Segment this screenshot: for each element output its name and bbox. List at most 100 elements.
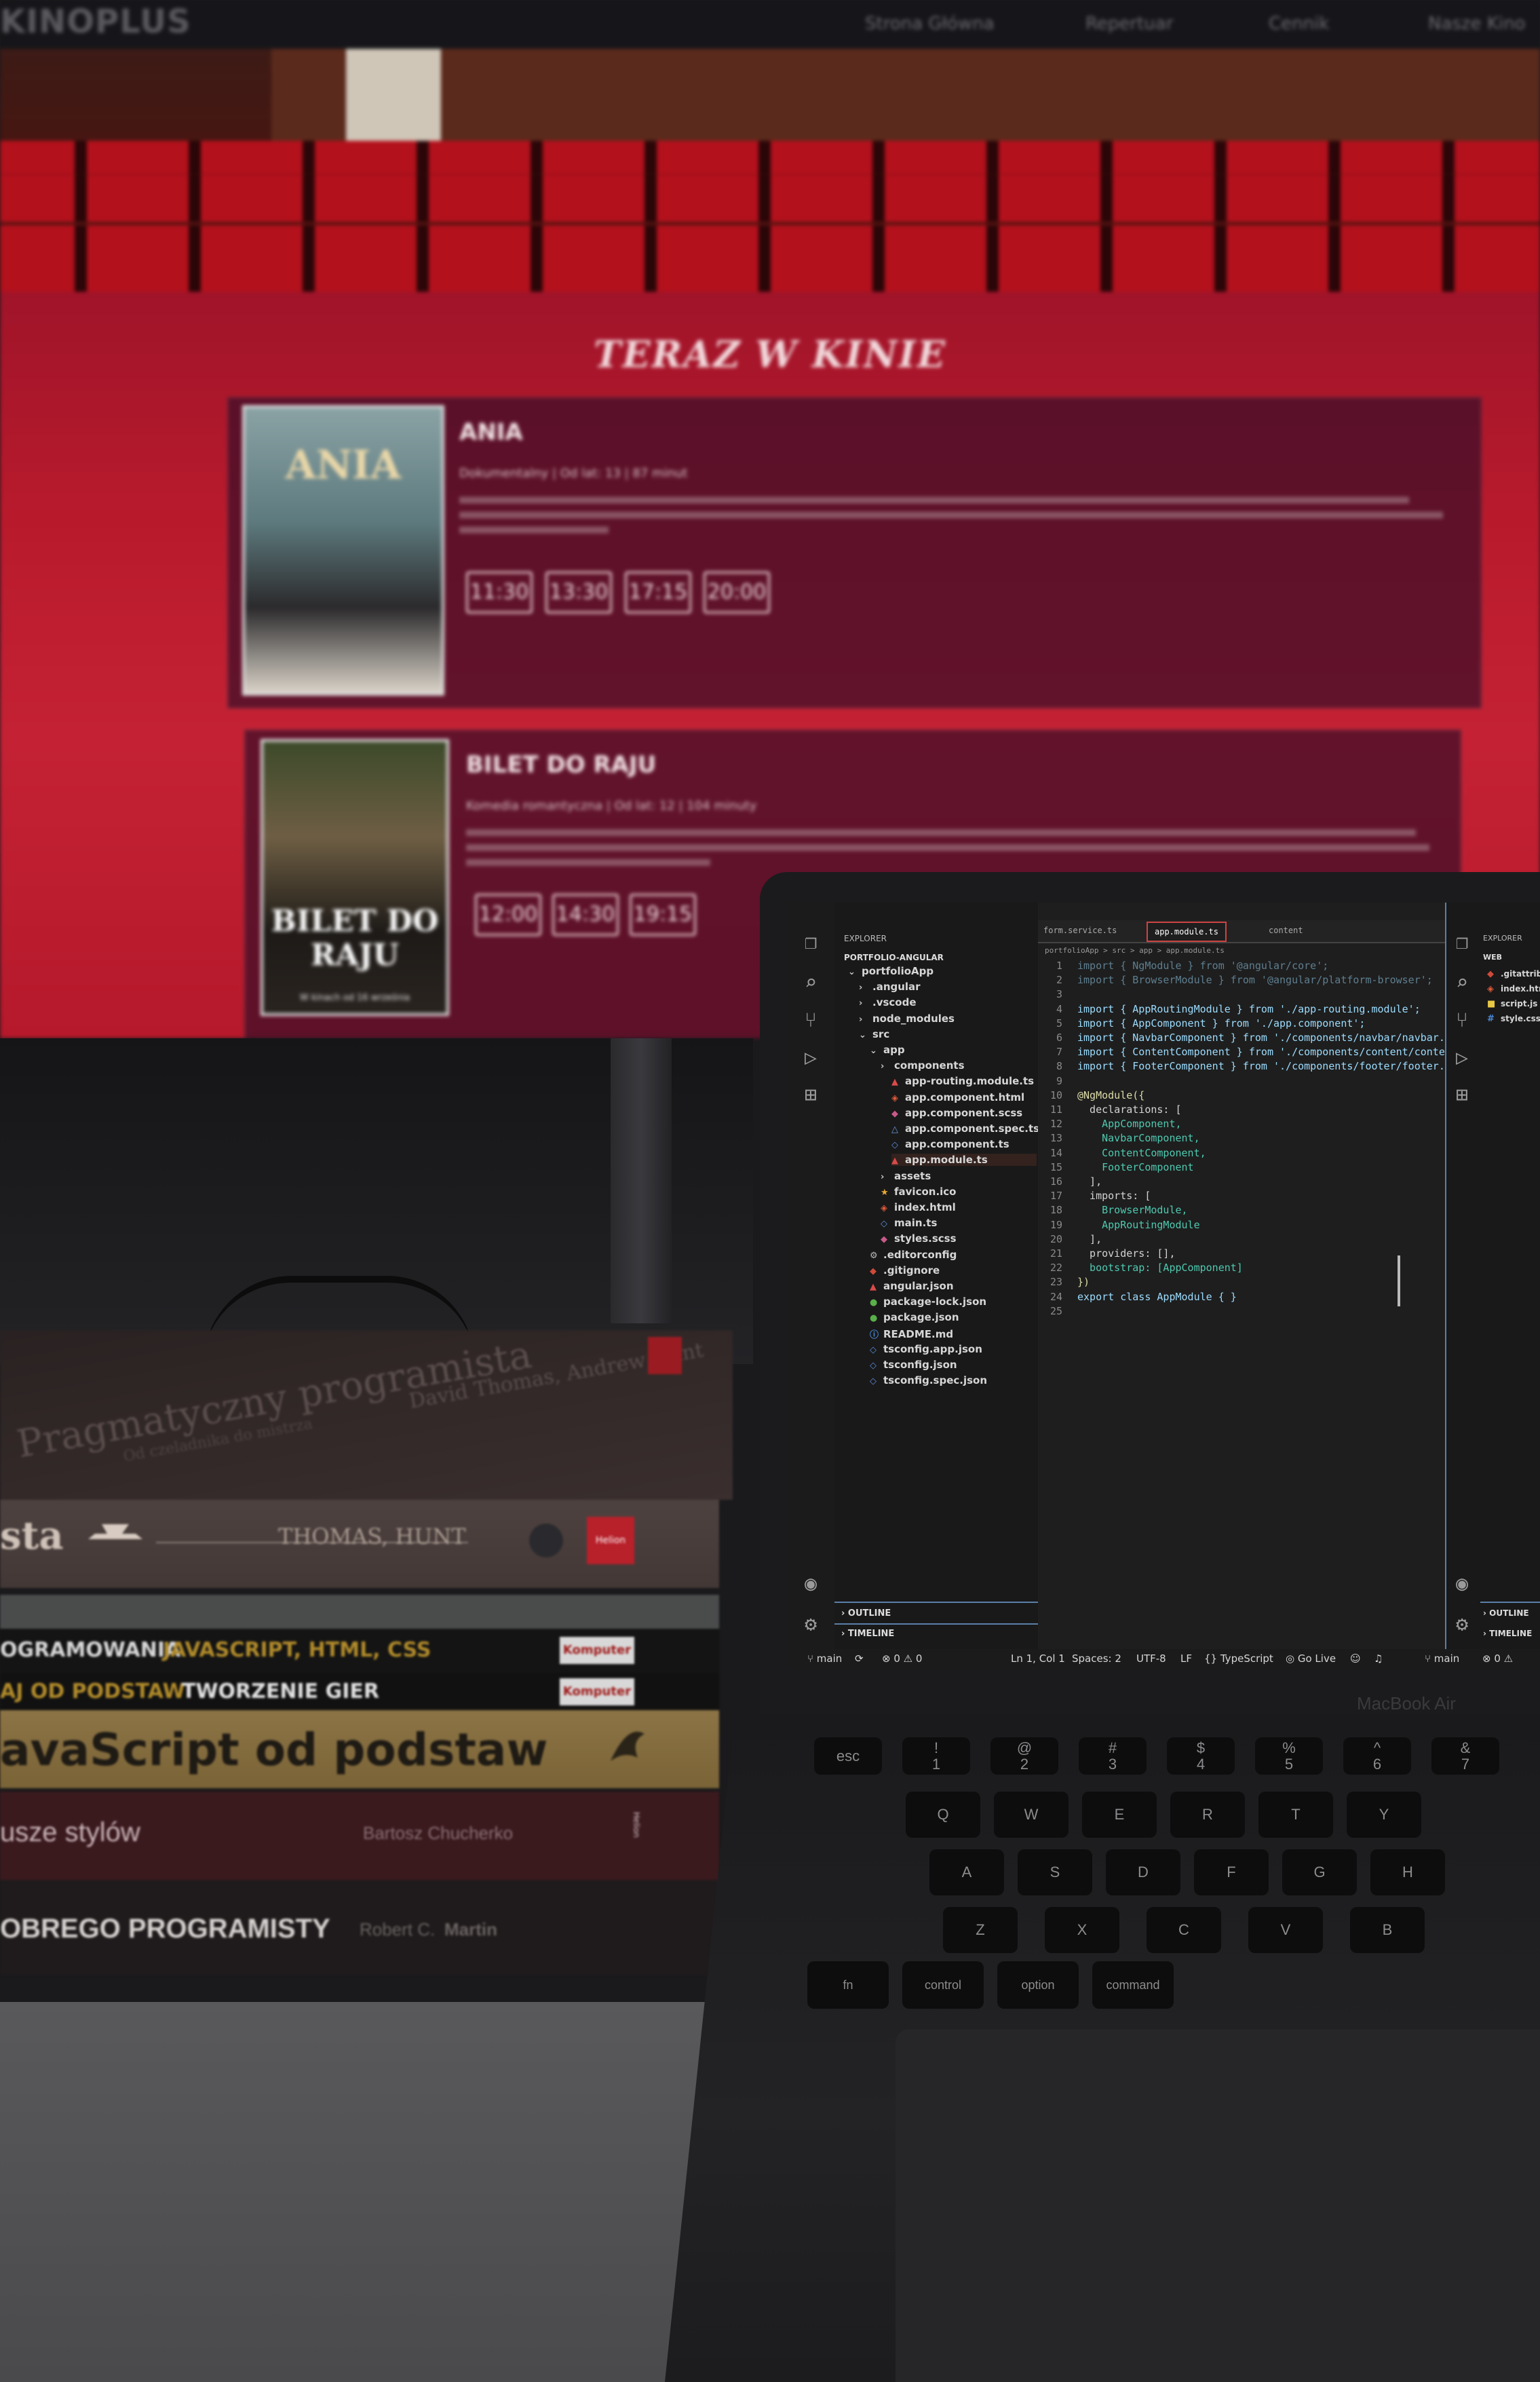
search-icon[interactable]: ⌕ [1449, 970, 1475, 996]
folder-name[interactable]: WEB [1483, 953, 1502, 962]
scrollbar-thumb[interactable] [1398, 1255, 1400, 1306]
file-tree-item[interactable]: ⌄ portfolioApp [848, 965, 933, 977]
file-tree-item[interactable]: ◆ .gitignore [870, 1264, 940, 1277]
problems-indicator[interactable]: ⊗ 0 ⚠ [1482, 1652, 1513, 1665]
key-s[interactable]: S [1018, 1849, 1092, 1895]
file-tree-item[interactable]: › .angular [859, 981, 921, 993]
file-tree-item[interactable]: ◆ styles.scss [881, 1232, 957, 1245]
file-item[interactable]: ◆ .gitattributes [1487, 969, 1540, 979]
key-z[interactable]: Z [943, 1907, 1018, 1953]
file-item[interactable]: ■ script.js [1487, 999, 1537, 1009]
key-$-4[interactable]: $ 4 [1167, 1737, 1235, 1775]
tab-form-service[interactable]: form.service.ts [1043, 926, 1117, 935]
file-tree-item[interactable]: ◇ tsconfig.spec.json [870, 1374, 987, 1386]
key-esc[interactable]: esc [814, 1737, 882, 1775]
key-%-5[interactable]: % 5 [1255, 1737, 1323, 1775]
indentation[interactable]: Spaces: 2 [1072, 1652, 1121, 1665]
file-tree-item[interactable]: › assets [881, 1170, 931, 1182]
key-@-2[interactable]: @ 2 [990, 1737, 1058, 1775]
account-icon[interactable]: ◉ [798, 1571, 824, 1597]
files-icon[interactable]: ❐ [798, 930, 824, 956]
file-tree-item[interactable]: ◆ app.component.scss [891, 1107, 1022, 1119]
search-icon[interactable]: ⌕ [798, 970, 824, 996]
gear-icon[interactable]: ⚙ [1449, 1612, 1475, 1638]
showtime-button[interactable]: 20:00 [704, 571, 770, 613]
file-tree-item[interactable]: ⓘ README.md [870, 1327, 953, 1340]
file-tree-item[interactable]: ◈ index.html [881, 1201, 956, 1213]
gear-icon[interactable]: ⚙ [798, 1612, 824, 1638]
key-b[interactable]: B [1350, 1907, 1425, 1953]
key-q[interactable]: Q [906, 1792, 980, 1838]
movie-title[interactable]: ANIA [459, 419, 523, 446]
file-tree-item[interactable]: ▲ app-routing.module.ts [891, 1075, 1034, 1087]
feedback-icon[interactable]: ☺ [1350, 1652, 1361, 1665]
file-tree-item[interactable]: ● package-lock.json [870, 1296, 986, 1308]
branch-indicator[interactable]: ⑂ main [1425, 1652, 1459, 1665]
key-g[interactable]: G [1282, 1849, 1357, 1895]
go-live-button[interactable]: ◎ Go Live [1286, 1652, 1336, 1665]
movie-title[interactable]: BILET DO RAJU [466, 751, 656, 778]
file-tree-item[interactable]: ● package.json [870, 1311, 959, 1323]
showtime-button[interactable]: 11:30 [466, 571, 533, 613]
encoding[interactable]: UTF-8 [1136, 1652, 1166, 1665]
language-mode[interactable]: {} TypeScript [1204, 1652, 1273, 1665]
project-name[interactable]: PORTFOLIO-ANGULAR [844, 953, 944, 962]
cursor-position[interactable]: Ln 1, Col 1 [1011, 1652, 1065, 1665]
key-fn[interactable]: fn [807, 1961, 889, 2009]
key-option[interactable]: option [997, 1961, 1079, 2009]
file-tree-item[interactable]: ⌄ app [870, 1044, 905, 1056]
file-tree-item[interactable]: ▲ angular.json [870, 1280, 954, 1292]
extensions-icon[interactable]: ⊞ [1449, 1082, 1475, 1108]
file-tree-item[interactable]: ◇ app.component.ts [891, 1138, 1009, 1150]
key-d[interactable]: D [1106, 1849, 1180, 1895]
file-tree-item[interactable]: ◇ tsconfig.app.json [870, 1343, 982, 1355]
key-r[interactable]: R [1170, 1792, 1245, 1838]
sync-icon[interactable]: ⟳ [855, 1652, 864, 1665]
showtime-button[interactable]: 12:00 [475, 894, 541, 936]
key-&-7[interactable]: & 7 [1431, 1737, 1499, 1775]
key-y[interactable]: Y [1347, 1792, 1421, 1838]
bell-icon[interactable]: ♫ [1374, 1652, 1383, 1665]
key-#-3[interactable]: # 3 [1079, 1737, 1147, 1775]
file-tree-item[interactable]: › node_modules [859, 1013, 955, 1025]
tab-app-module[interactable]: app.module.ts [1147, 922, 1227, 942]
nav-link-cinema[interactable]: Nasze Kino [1428, 14, 1526, 34]
key-e[interactable]: E [1082, 1792, 1157, 1838]
showtime-button[interactable]: 13:30 [545, 571, 612, 613]
file-tree-item[interactable]: ▲ app.module.ts [891, 1154, 1037, 1167]
nav-link-prices[interactable]: Cennik [1269, 14, 1329, 34]
code-editor[interactable]: form.service.ts app.module.ts content po… [1038, 903, 1531, 1649]
outline-panel[interactable]: › OUTLINE [1483, 1608, 1529, 1618]
movie-poster[interactable]: BILET DO RAJU W kinach od 16 września [261, 739, 449, 1016]
file-tree-item[interactable]: ★ favicon.ico [881, 1186, 956, 1198]
key-a[interactable]: A [929, 1849, 1004, 1895]
file-tree-item[interactable]: △ app.component.spec.ts [891, 1122, 1039, 1135]
file-tree-item[interactable]: ◇ tsconfig.json [870, 1359, 957, 1371]
key-w[interactable]: W [994, 1792, 1069, 1838]
trackpad[interactable] [896, 2029, 1540, 2382]
key-t[interactable]: T [1258, 1792, 1333, 1838]
file-tree-item[interactable]: ⚙ .editorconfig [870, 1249, 957, 1261]
file-tree-item[interactable]: ⌄ src [859, 1028, 889, 1040]
nav-link-repertoire[interactable]: Repertuar [1085, 14, 1173, 34]
showtime-button[interactable]: 14:30 [552, 894, 619, 936]
timeline-panel[interactable]: › TIMELINE [841, 1629, 894, 1639]
file-tree-item[interactable]: ◈ app.component.html [891, 1091, 1024, 1103]
source-control-icon[interactable]: ⑂ [1449, 1008, 1475, 1034]
showtime-button[interactable]: 17:15 [625, 571, 691, 613]
tab-content[interactable]: content [1269, 926, 1303, 935]
file-tree-item[interactable]: › components [881, 1059, 965, 1072]
key-v[interactable]: V [1248, 1907, 1323, 1953]
key-h[interactable]: H [1370, 1849, 1445, 1895]
file-tree-item[interactable]: ◇ main.ts [881, 1217, 937, 1229]
nav-link-home[interactable]: Strona Główna [865, 14, 995, 34]
showtime-button[interactable]: 19:15 [630, 894, 696, 936]
key-c[interactable]: C [1147, 1907, 1221, 1953]
key-^-6[interactable]: ^ 6 [1343, 1737, 1411, 1775]
account-icon[interactable]: ◉ [1449, 1571, 1475, 1597]
run-debug-icon[interactable]: ▷ [798, 1045, 824, 1071]
problems-indicator[interactable]: ⊗ 0 ⚠ 0 [882, 1652, 922, 1665]
source-control-icon[interactable]: ⑂ [798, 1008, 824, 1034]
outline-panel[interactable]: › OUTLINE [841, 1608, 891, 1619]
extensions-icon[interactable]: ⊞ [798, 1082, 824, 1108]
